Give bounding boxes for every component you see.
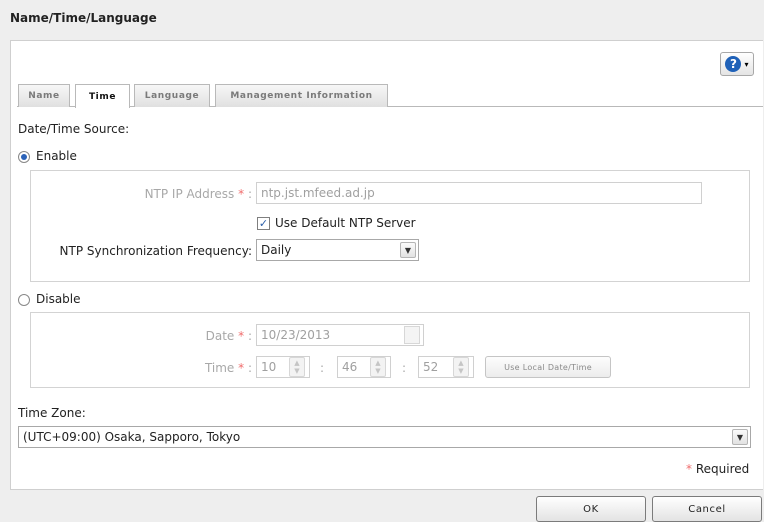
minute-stepper-icon[interactable]: ▲ ▼ [370,357,386,377]
time-zone-label: Time Zone: [18,406,86,420]
disable-radio[interactable] [18,294,30,306]
cancel-button[interactable]: Cancel [652,496,762,522]
required-note: * Required [686,462,750,476]
chevron-down-icon: ▾ [744,59,749,69]
minute-value: 46 [342,360,358,374]
chevron-down-icon: ▼ [732,429,748,445]
time-separator: : [320,361,325,375]
time-separator: : [402,361,407,375]
date-input[interactable]: 10/23/2013 [256,324,424,346]
use-local-date-time-button[interactable]: Use Local Date/Time [485,356,611,378]
use-default-ntp-checkbox[interactable]: ✓ [257,217,270,230]
time-label: Time * : [204,361,252,375]
ok-button[interactable]: OK [536,496,646,522]
date-label: Date * : [205,329,252,343]
second-stepper-icon[interactable]: ▲ ▼ [453,357,469,377]
enable-label: Enable [36,149,77,163]
help-button[interactable]: ? ▾ [720,52,754,76]
ntp-frequency-label: NTP Synchronization Frequency: [59,244,252,258]
ntp-ip-address-input[interactable]: ntp.jst.mfeed.ad.jp [256,182,702,204]
date-time-source-label: Date/Time Source: [18,122,130,136]
disable-label: Disable [36,292,81,306]
chevron-down-icon: ▼ [400,242,416,258]
help-icon: ? [725,56,742,72]
time-zone-select[interactable]: (UTC+09:00) Osaka, Sapporo, Tokyo ▼ [18,426,751,448]
second-value: 52 [423,360,439,374]
time-zone-value: (UTC+09:00) Osaka, Sapporo, Tokyo [23,430,241,444]
hour-stepper-icon[interactable]: ▲ ▼ [289,357,305,377]
hour-value: 10 [261,360,277,374]
calendar-icon[interactable] [404,326,420,344]
tab-name[interactable]: Name [18,84,70,107]
date-value: 10/23/2013 [261,328,331,342]
ntp-ip-address-label: NTP IP Address * : [144,187,252,201]
ntp-frequency-value: Daily [261,243,292,257]
enable-radio[interactable] [18,151,30,163]
use-default-ntp-label: Use Default NTP Server [275,216,416,230]
ntp-frequency-select[interactable]: Daily ▼ [256,239,419,261]
tab-management-information[interactable]: Management Information [215,84,388,107]
tab-time[interactable]: Time [75,84,130,108]
tab-language[interactable]: Language [134,84,210,107]
dialog-title: Name/Time/Language [10,11,157,25]
